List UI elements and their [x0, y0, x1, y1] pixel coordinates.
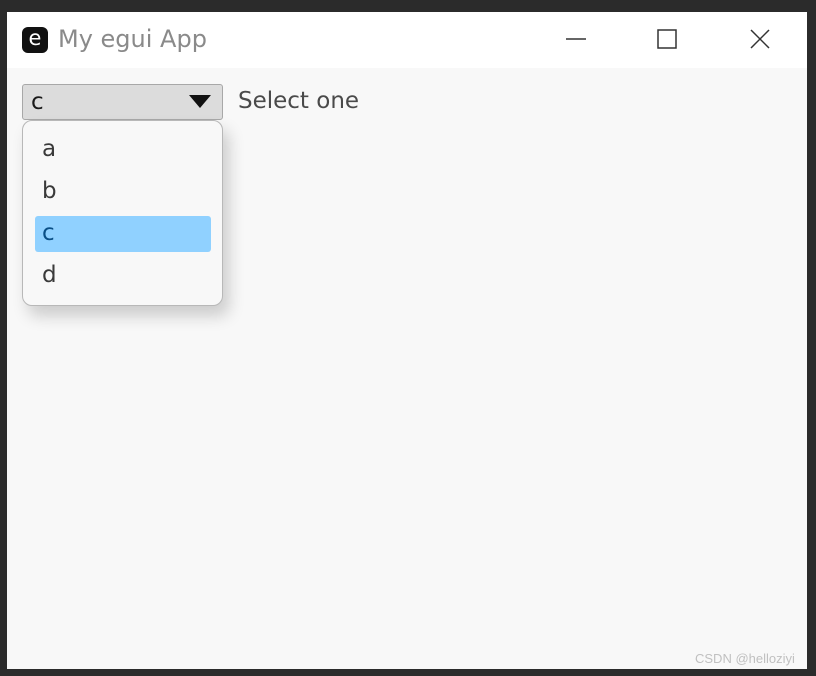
maximize-button[interactable] [647, 24, 687, 54]
option-label: d [42, 262, 57, 288]
combo-dropdown-popup: a b c d [22, 120, 223, 306]
option-label: b [42, 178, 57, 204]
watermark-text: CSDN @helloziyi [695, 651, 795, 666]
combo-selected-value: c [31, 89, 44, 115]
window-title: My egui App [58, 25, 207, 53]
option-d[interactable]: d [35, 258, 211, 294]
option-a[interactable]: a [35, 132, 211, 168]
option-b[interactable]: b [35, 174, 211, 210]
maximize-icon [657, 29, 677, 49]
close-icon [750, 29, 770, 49]
title-bar[interactable]: e My egui App [7, 12, 807, 68]
minimize-button[interactable] [556, 24, 596, 54]
combo-box[interactable]: c [22, 84, 223, 120]
close-button[interactable] [740, 24, 780, 54]
option-label: a [42, 136, 57, 162]
app-logo-icon: e [22, 27, 48, 53]
minimize-icon [566, 38, 586, 40]
option-c-selected[interactable]: c [35, 216, 211, 252]
combo-label: Select one [238, 88, 360, 114]
option-label: c [42, 220, 55, 246]
app-window: e My egui App c Select one a b c d CSDN … [7, 12, 807, 669]
triangle-down-icon [189, 95, 211, 108]
